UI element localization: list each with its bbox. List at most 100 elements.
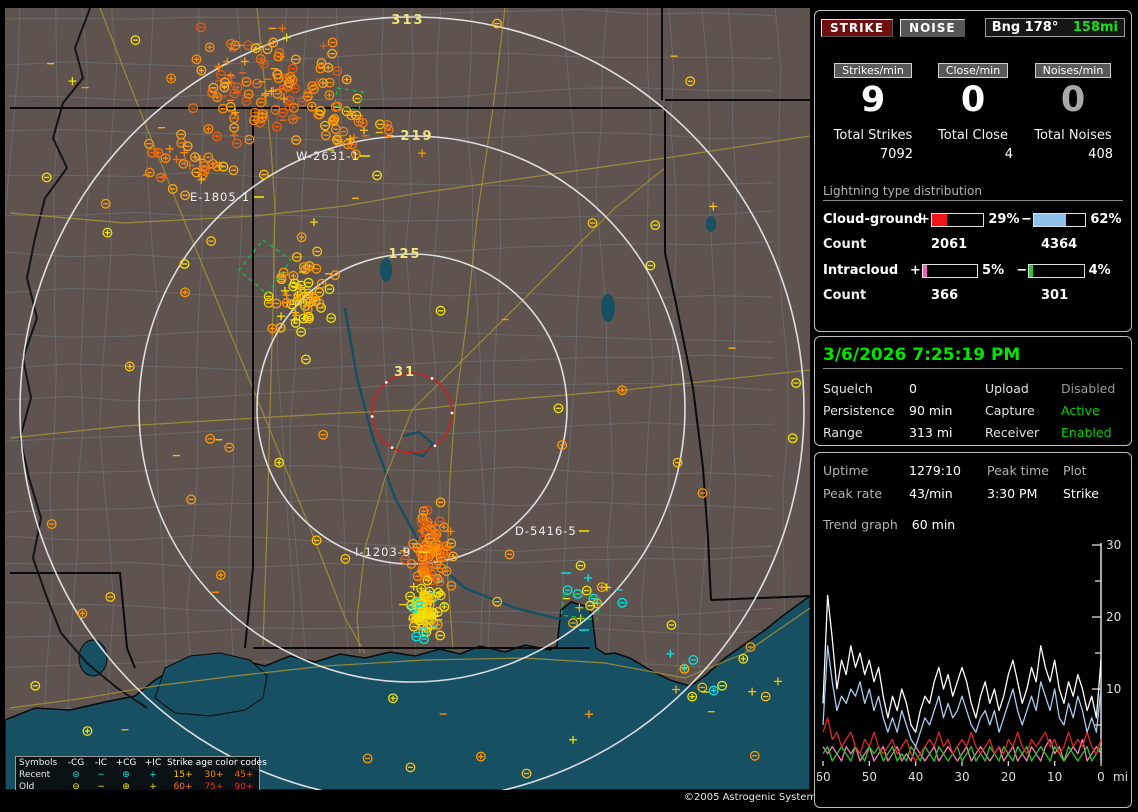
ic-minus-count: 301 bbox=[1041, 288, 1068, 303]
legend-col-ic-minus: -IC bbox=[89, 757, 113, 769]
cg-minus-old-icon: ⊖ bbox=[63, 781, 89, 790]
cloud-ground-count-row: Count 2061 4364 bbox=[823, 237, 1123, 252]
total-close-value: 4 bbox=[923, 147, 1023, 162]
total-noises-label: Total Noises bbox=[1023, 128, 1123, 143]
uptime-grid: Uptime 1279:10 Peak time Plot Peak rate … bbox=[823, 463, 1123, 501]
range-label: Range bbox=[823, 425, 909, 440]
receiver-label: Receiver bbox=[985, 425, 1061, 440]
map-legend: Symbols -CG -IC +CG +IC Strike age color… bbox=[15, 756, 260, 790]
legend-col-ic-plus: +IC bbox=[139, 757, 167, 769]
copyright-text: ©2005 Astrogenic Systems bbox=[684, 792, 821, 803]
uptime-label: Uptime bbox=[823, 463, 909, 478]
plot-label: Plot bbox=[1063, 463, 1129, 478]
svg-text:10: 10 bbox=[1047, 770, 1062, 784]
legend-symbols-label: Symbols bbox=[19, 757, 63, 769]
upload-status: Disabled bbox=[1061, 381, 1131, 396]
trend-graph-header: Trend graph 60 min bbox=[823, 517, 1123, 532]
svg-text:31: 31 bbox=[394, 365, 416, 380]
peak-time-value: 3:30 PM bbox=[987, 486, 1063, 501]
cg-minus-pct: 62% bbox=[1090, 212, 1123, 227]
bearing-readout: Bng 178° 158mi bbox=[985, 18, 1125, 37]
peak-rate-value: 43/min bbox=[909, 486, 987, 501]
ic-minus-pct: 4% bbox=[1089, 263, 1123, 278]
svg-text:I-1203-9: I-1203-9 bbox=[355, 545, 411, 559]
svg-text:30: 30 bbox=[1106, 538, 1121, 552]
cg-plus-bar bbox=[931, 213, 984, 227]
plot-mode-value: Strike bbox=[1063, 486, 1129, 501]
legend-header-row: Symbols -CG -IC +CG +IC Strike age color… bbox=[16, 757, 259, 769]
uptime-value: 1279:10 bbox=[909, 463, 987, 478]
strikes-per-min-value: 9 bbox=[823, 80, 923, 120]
svg-text:219: 219 bbox=[400, 129, 433, 144]
total-strikes-value: 7092 bbox=[823, 147, 923, 162]
total-noises-value: 408 bbox=[1023, 147, 1123, 162]
squelch-value: 0 bbox=[909, 381, 985, 396]
count-label: Count bbox=[823, 237, 931, 252]
cg-plus-count: 2061 bbox=[931, 237, 1041, 252]
ic-minus-recent-icon: − bbox=[89, 769, 113, 781]
legend-recent-row: Recent ⊖ − ⊕ + 15+ 30+ 45+ bbox=[16, 769, 259, 781]
legend-old-row: Old ⊖ − ⊕ + 60+ 75+ 90+ bbox=[16, 781, 259, 790]
svg-text:125: 125 bbox=[388, 247, 421, 262]
settings-grid: Squelch 0 Upload Disabled Persistence 90… bbox=[823, 381, 1123, 440]
age-60: 60+ bbox=[167, 781, 199, 790]
age-90: 90+ bbox=[229, 781, 259, 790]
receiver-status: Enabled bbox=[1061, 425, 1131, 440]
capture-label: Capture bbox=[985, 403, 1061, 418]
svg-text:min: min bbox=[1113, 770, 1129, 784]
squelch-label: Squelch bbox=[823, 381, 909, 396]
persistence-value: 90 min bbox=[909, 403, 985, 418]
ic-plus-count: 366 bbox=[931, 288, 1041, 303]
svg-text:E-1805-1: E-1805-1 bbox=[190, 190, 250, 204]
cloud-ground-row: Cloud-ground + 29% − 62% bbox=[823, 212, 1123, 227]
range-value: 313 mi bbox=[909, 425, 985, 440]
bearing-label: Bng 178° bbox=[992, 20, 1059, 35]
intracloud-count-row: Count 366 301 bbox=[823, 288, 1123, 303]
bearing-distance: 158mi bbox=[1073, 20, 1118, 35]
ic-plus-old-icon: + bbox=[139, 781, 167, 790]
total-close-label: Total Close bbox=[923, 128, 1023, 143]
svg-text:30: 30 bbox=[954, 770, 969, 784]
upload-label: Upload bbox=[985, 381, 1061, 396]
cg-minus-bar bbox=[1033, 213, 1086, 227]
strike-button[interactable]: STRIKE bbox=[821, 19, 893, 37]
peak-time-label: Peak time bbox=[987, 463, 1063, 478]
capture-status: Active bbox=[1061, 403, 1131, 418]
legend-recent-label: Recent bbox=[19, 769, 63, 781]
count-label: Count bbox=[823, 288, 931, 303]
close-per-min-chip: Close/min bbox=[938, 63, 1008, 78]
persistence-label: Persistence bbox=[823, 403, 909, 418]
trend-window-value: 60 min bbox=[912, 517, 955, 532]
datetime-display: 3/6/2026 7:25:19 PM bbox=[823, 345, 1123, 369]
svg-text:20: 20 bbox=[1001, 770, 1016, 784]
trend-graph-label: Trend graph bbox=[823, 517, 898, 532]
close-column: Close/min 0 Total Close 4 bbox=[923, 59, 1023, 162]
cg-plus-old-icon: ⊕ bbox=[113, 781, 139, 790]
age-30: 30+ bbox=[199, 769, 229, 781]
strikes-per-min-chip: Strikes/min bbox=[834, 63, 912, 78]
intracloud-label: Intracloud bbox=[823, 263, 910, 278]
age-45: 45+ bbox=[229, 769, 259, 781]
trend-panel: Uptime 1279:10 Peak time Plot Peak rate … bbox=[814, 452, 1132, 808]
noise-button[interactable]: NOISE bbox=[900, 19, 965, 37]
svg-text:W-2631-1: W-2631-1 bbox=[296, 149, 360, 163]
cg-minus-recent-icon: ⊖ bbox=[63, 769, 89, 781]
svg-text:40: 40 bbox=[908, 770, 923, 784]
svg-text:20: 20 bbox=[1106, 610, 1121, 624]
legend-old-label: Old bbox=[19, 781, 63, 790]
lightning-map[interactable]: W-2631-1E-1805-1I-1203-9D-5416-531321912… bbox=[5, 8, 810, 790]
strikes-column: Strikes/min 9 Total Strikes 7092 bbox=[823, 59, 923, 162]
mode-button-row: STRIKE NOISE Bng 178° 158mi bbox=[821, 18, 1125, 37]
map-canvas[interactable]: W-2631-1E-1805-1I-1203-9D-5416-531321912… bbox=[5, 8, 810, 790]
intracloud-row: Intracloud + 5% − 4% bbox=[823, 263, 1123, 278]
lightning-type-distribution: Lightning type distribution Cloud-ground… bbox=[823, 184, 1123, 303]
plus-sign: + bbox=[919, 212, 930, 227]
minus-sign: − bbox=[1021, 212, 1032, 227]
ic-plus-pct: 5% bbox=[982, 263, 1016, 278]
legend-age-header: Strike age color codes bbox=[167, 757, 259, 769]
svg-text:313: 313 bbox=[391, 13, 424, 28]
legend-col-cg-plus: +CG bbox=[113, 757, 139, 769]
close-per-min-value: 0 bbox=[923, 80, 1023, 120]
age-15: 15+ bbox=[167, 769, 199, 781]
cloud-ground-label: Cloud-ground bbox=[823, 212, 919, 227]
